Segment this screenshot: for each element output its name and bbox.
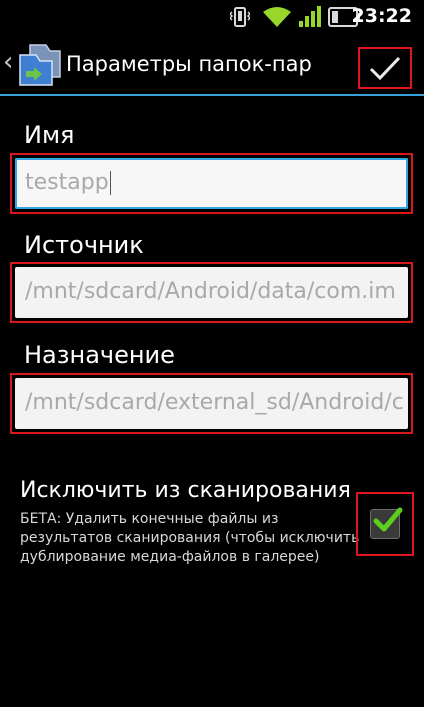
signal-icon: [299, 6, 321, 27]
name-input[interactable]: testapp: [15, 158, 408, 209]
app-folder-sync-icon[interactable]: [16, 43, 62, 87]
confirm-button[interactable]: [358, 47, 412, 89]
checkmark-icon: [369, 56, 401, 81]
vibrate-icon: [230, 7, 250, 27]
source-field-highlight: /mnt/sdcard/Android/data/com.im: [10, 262, 413, 323]
checkmark-green-icon: [373, 507, 403, 532]
name-input-value: testapp: [25, 170, 109, 195]
back-chevron-icon[interactable]: ‹: [3, 49, 13, 75]
destination-field-highlight: /mnt/sdcard/external_sd/Android/c: [10, 373, 413, 434]
destination-input-value: /mnt/sdcard/external_sd/Android/c: [25, 390, 404, 415]
exclude-option-description: БЕТА: Удалить конечные файлы из результа…: [20, 511, 360, 565]
exclude-option-title[interactable]: Исключить из сканирования: [20, 478, 351, 503]
page-title: Параметры папок-пар: [66, 52, 312, 76]
action-bar-divider: [0, 94, 424, 96]
source-input-value: /mnt/sdcard/Android/data/com.im: [25, 279, 396, 304]
status-bar: 23:22: [0, 0, 424, 33]
text-cursor: [109, 171, 111, 195]
exclude-checkbox[interactable]: [370, 507, 403, 539]
status-time: 23:22: [351, 5, 412, 27]
destination-label: Назначение: [24, 341, 175, 369]
name-label: Имя: [24, 121, 75, 149]
source-label: Источник: [24, 231, 144, 259]
source-input[interactable]: /mnt/sdcard/Android/data/com.im: [15, 267, 408, 318]
destination-input[interactable]: /mnt/sdcard/external_sd/Android/c: [15, 378, 408, 429]
exclude-checkbox-highlight: [356, 492, 414, 556]
name-field-highlight: testapp: [10, 153, 413, 214]
wifi-icon: [263, 7, 291, 27]
